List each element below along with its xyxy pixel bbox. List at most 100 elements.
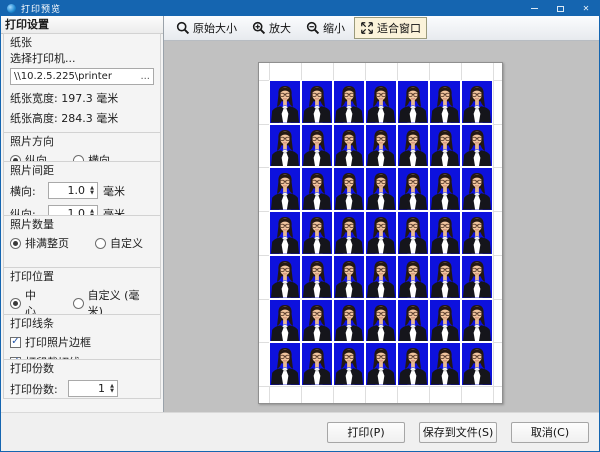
print-button[interactable]: 打印(P) bbox=[327, 422, 405, 443]
paper-width-label: 纸张宽度: bbox=[10, 92, 58, 105]
id-photo bbox=[365, 167, 397, 211]
id-photo bbox=[365, 299, 397, 343]
group-print-position: 打印位置 中心 自定义 (毫米) bbox=[3, 267, 161, 315]
zoom-original-icon bbox=[176, 21, 190, 35]
zoom-original-label: 原始大小 bbox=[193, 20, 237, 36]
close-button[interactable]: ✕ bbox=[573, 1, 599, 16]
window-title: 打印预览 bbox=[21, 2, 521, 15]
id-photo bbox=[333, 255, 365, 299]
print-preview-window: 打印预览 ✕ 打印设置 纸张 选择打印机... \\10.2.5.225\pri… bbox=[0, 0, 600, 452]
group-copies-title: 打印份数 bbox=[10, 362, 154, 375]
id-photo bbox=[365, 80, 397, 124]
id-photo bbox=[301, 167, 333, 211]
settings-panel: 打印设置 纸张 选择打印机... \\10.2.5.225\printer ..… bbox=[1, 16, 164, 412]
id-photo bbox=[333, 124, 365, 168]
paper-height-unit: 毫米 bbox=[96, 112, 118, 125]
fit-window-label: 适合窗口 bbox=[377, 20, 421, 36]
id-photo bbox=[461, 342, 493, 386]
zoom-out-icon bbox=[306, 21, 320, 35]
id-photo bbox=[269, 124, 301, 168]
id-photo bbox=[461, 211, 493, 255]
copies-label: 打印份数: bbox=[10, 381, 68, 397]
id-photo bbox=[269, 211, 301, 255]
group-photo-orientation-title: 照片方向 bbox=[10, 135, 154, 148]
copies-value: 1 bbox=[69, 382, 107, 395]
checkbox-photo-border-label: 打印照片边框 bbox=[25, 334, 91, 350]
radio-custom-position[interactable]: 自定义 (毫米) bbox=[73, 287, 154, 315]
group-paper-title: 纸张 bbox=[10, 36, 154, 49]
paper-width-unit: 毫米 bbox=[96, 92, 118, 105]
id-photo bbox=[429, 255, 461, 299]
id-photo bbox=[365, 255, 397, 299]
preview-pane: 原始大小 放大 缩小 bbox=[164, 16, 599, 412]
group-print-lines-title: 打印线条 bbox=[10, 317, 154, 330]
id-photo bbox=[301, 80, 333, 124]
fit-window-button[interactable]: 适合窗口 bbox=[354, 17, 427, 39]
minimize-button[interactable] bbox=[521, 1, 547, 16]
browse-button[interactable]: ... bbox=[137, 71, 150, 82]
id-photo bbox=[461, 299, 493, 343]
close-icon: ✕ bbox=[583, 5, 590, 13]
printer-path-value: \\10.2.5.225\printer bbox=[14, 71, 137, 82]
zoom-in-button[interactable]: 放大 bbox=[246, 17, 297, 39]
spinner-arrows[interactable]: ▲▼ bbox=[107, 384, 117, 394]
id-photo bbox=[429, 299, 461, 343]
spin-down-icon[interactable]: ▼ bbox=[90, 191, 94, 196]
save-to-file-button[interactable]: 保存到文件(S) bbox=[419, 422, 497, 443]
id-photo bbox=[269, 299, 301, 343]
spin-down-icon[interactable]: ▼ bbox=[110, 389, 114, 394]
id-photo bbox=[333, 342, 365, 386]
id-photo bbox=[365, 211, 397, 255]
id-photo bbox=[461, 167, 493, 211]
radio-unselected-icon bbox=[95, 238, 106, 249]
group-photo-spacing: 照片间距 横向: 1.0 ▲▼ 毫米 纵向: 1.0 ▲▼ 毫米 bbox=[3, 161, 161, 216]
group-paper: 纸张 选择打印机... \\10.2.5.225\printer ... 纸张宽… bbox=[3, 33, 161, 133]
id-photo bbox=[301, 124, 333, 168]
id-photo bbox=[269, 80, 301, 124]
spacing-horizontal-label: 横向: bbox=[10, 183, 48, 199]
spacing-horizontal-value: 1.0 bbox=[49, 184, 87, 197]
radio-fill-page[interactable]: 排满整页 bbox=[10, 235, 69, 251]
title-bar: 打印预览 ✕ bbox=[1, 1, 599, 16]
cancel-button[interactable]: 取消(C) bbox=[511, 422, 589, 443]
select-printer-label: 选择打印机... bbox=[10, 50, 154, 66]
checkbox-checked-icon bbox=[10, 337, 21, 348]
group-photo-orientation: 照片方向 纵向 横向 bbox=[3, 132, 161, 162]
minimize-icon bbox=[531, 8, 538, 9]
checkbox-photo-border[interactable]: 打印照片边框 bbox=[10, 334, 154, 350]
footer: 打印(P) 保存到文件(S) 取消(C) bbox=[1, 412, 599, 451]
spacing-horizontal-spinbox[interactable]: 1.0 ▲▼ bbox=[48, 182, 98, 199]
copies-spinbox[interactable]: 1 ▲▼ bbox=[68, 380, 118, 397]
id-photo bbox=[461, 124, 493, 168]
group-photo-count: 照片数量 排满整页 自定义 bbox=[3, 215, 161, 268]
id-photo bbox=[301, 299, 333, 343]
zoom-out-button[interactable]: 缩小 bbox=[300, 17, 351, 39]
radio-center[interactable]: 中心 bbox=[10, 287, 47, 315]
id-photo bbox=[429, 124, 461, 168]
id-photo bbox=[333, 299, 365, 343]
fit-window-icon bbox=[360, 21, 374, 35]
spinner-arrows[interactable]: ▲▼ bbox=[87, 186, 97, 196]
printer-path-field[interactable]: \\10.2.5.225\printer ... bbox=[10, 68, 154, 85]
id-photo bbox=[429, 80, 461, 124]
toolbar: 原始大小 放大 缩小 bbox=[164, 16, 599, 41]
radio-fill-page-label: 排满整页 bbox=[25, 235, 69, 251]
id-photo bbox=[429, 167, 461, 211]
radio-custom-count[interactable]: 自定义 bbox=[95, 235, 143, 251]
zoom-in-icon bbox=[252, 21, 266, 35]
maximize-button[interactable] bbox=[547, 1, 573, 16]
paper-height-row: 纸张高度: 284.3 毫米 bbox=[10, 112, 154, 125]
copies-row: 打印份数: 1 ▲▼ bbox=[10, 379, 154, 398]
zoom-original-button[interactable]: 原始大小 bbox=[170, 17, 243, 39]
id-photo bbox=[397, 124, 429, 168]
radio-custom-count-label: 自定义 bbox=[110, 235, 143, 251]
photo-grid bbox=[269, 80, 493, 386]
id-photo bbox=[301, 211, 333, 255]
zoom-in-label: 放大 bbox=[269, 20, 291, 36]
group-print-lines: 打印线条 打印照片边框 打印裁切线 bbox=[3, 314, 161, 360]
cut-line-horizontal bbox=[259, 386, 502, 387]
radio-selected-icon bbox=[10, 238, 21, 249]
id-photo bbox=[269, 342, 301, 386]
id-photo bbox=[397, 167, 429, 211]
preview-area bbox=[164, 41, 599, 412]
